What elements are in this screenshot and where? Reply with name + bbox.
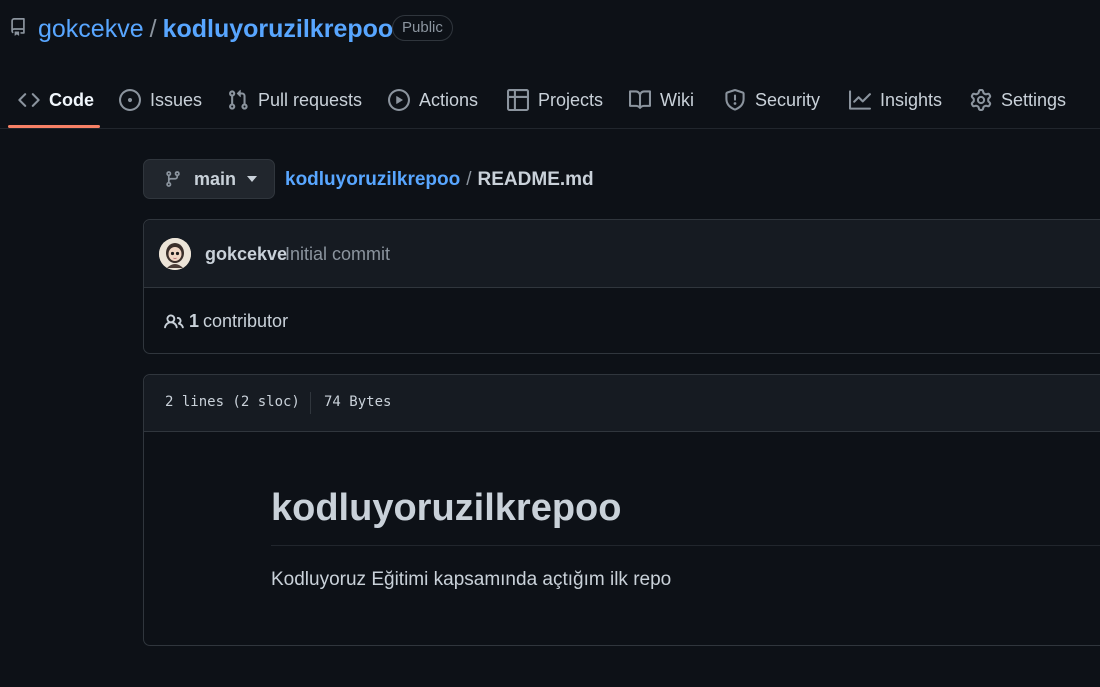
- repo-icon: [11, 18, 25, 36]
- file-size: 74 Bytes: [324, 394, 392, 410]
- tab-actions-label: Actions: [419, 89, 479, 110]
- triangle-down-icon: [247, 176, 258, 182]
- breadcrumb: kodluyoruzilkrepoo / README.md: [285, 167, 594, 193]
- repo-title: gokcekve / kodluyoruzilkrepoo: [38, 12, 393, 46]
- tab-pull-requests-label: Pull requests: [258, 89, 363, 110]
- repo-owner-link[interactable]: gokcekve: [38, 15, 144, 43]
- tab-projects[interactable]: Projects: [507, 72, 603, 128]
- git-branch-icon: [166, 171, 180, 187]
- breadcrumb-separator: /: [466, 169, 472, 190]
- repo-header: gokcekve / kodluyoruzilkrepoo Public: [0, 0, 1100, 60]
- tab-wiki-label: Wiki: [660, 89, 694, 110]
- tab-pull-requests[interactable]: Pull requests: [227, 72, 362, 128]
- file-box: 2 lines (2 sloc) 74 Bytes kodluyoruzilkr…: [143, 374, 1100, 646]
- contributor-label: contributor: [203, 311, 289, 331]
- file-info-header: 2 lines (2 sloc) 74 Bytes: [144, 375, 1100, 432]
- graph-icon: [849, 90, 871, 110]
- readme-paragraph: Kodluyoruz Eğitimi kapsamında açtığım il…: [271, 569, 672, 590]
- tab-security[interactable]: Security: [724, 72, 820, 128]
- issue-opened-icon: [119, 89, 141, 111]
- visibility-badge: Public: [392, 15, 453, 41]
- commit-message-link[interactable]: Initial commit: [285, 244, 390, 265]
- tab-settings-label: Settings: [1001, 89, 1067, 110]
- repo-tabs: Code Issues Pull requests Actions Projec…: [0, 72, 1100, 129]
- commit-box: gokcekve Initial commit 1 contributor: [143, 219, 1100, 354]
- readme-heading-rule: [271, 545, 1100, 546]
- active-tab-indicator: [8, 125, 100, 128]
- shield-icon: [725, 89, 745, 111]
- code-icon: [18, 93, 40, 107]
- breadcrumb-repo-link[interactable]: kodluyoruzilkrepoo: [285, 169, 460, 190]
- tab-projects-label: Projects: [538, 89, 604, 110]
- tab-issues-label: Issues: [150, 89, 203, 110]
- play-icon: [388, 89, 410, 111]
- tab-security-label: Security: [755, 89, 821, 110]
- people-icon: [164, 313, 184, 328]
- tab-insights-label: Insights: [880, 89, 943, 110]
- breadcrumb-file-name: README.md: [477, 169, 594, 190]
- git-pull-request-icon: [229, 89, 248, 110]
- tab-code[interactable]: Code: [18, 72, 94, 128]
- tab-wiki[interactable]: Wiki: [629, 72, 694, 128]
- branch-name: main: [194, 168, 237, 189]
- tab-insights[interactable]: Insights: [849, 72, 942, 128]
- tab-actions[interactable]: Actions: [388, 72, 478, 128]
- tab-issues[interactable]: Issues: [119, 72, 202, 128]
- commit-author-link[interactable]: gokcekve: [205, 244, 287, 265]
- latest-commit-row: gokcekve Initial commit: [144, 220, 1100, 288]
- table-icon: [507, 89, 529, 111]
- avatar-image: [159, 238, 191, 270]
- branch-select-button[interactable]: main: [143, 159, 275, 199]
- gear-icon: [970, 89, 992, 111]
- book-icon: [629, 90, 651, 109]
- repo-title-separator: /: [149, 15, 157, 43]
- repo-name-link[interactable]: kodluyoruzilkrepoo: [163, 15, 394, 43]
- avatar[interactable]: [159, 238, 191, 270]
- tab-code-label: Code: [49, 89, 94, 110]
- contributor-count: 1: [189, 311, 200, 331]
- file-line-count: 2 lines (2 sloc): [165, 394, 300, 410]
- readme-heading: kodluyoruzilkrepoo: [271, 487, 622, 529]
- contributors-row[interactable]: 1 contributor: [164, 311, 288, 332]
- file-info-divider: [310, 392, 311, 414]
- tab-settings[interactable]: Settings: [970, 72, 1066, 128]
